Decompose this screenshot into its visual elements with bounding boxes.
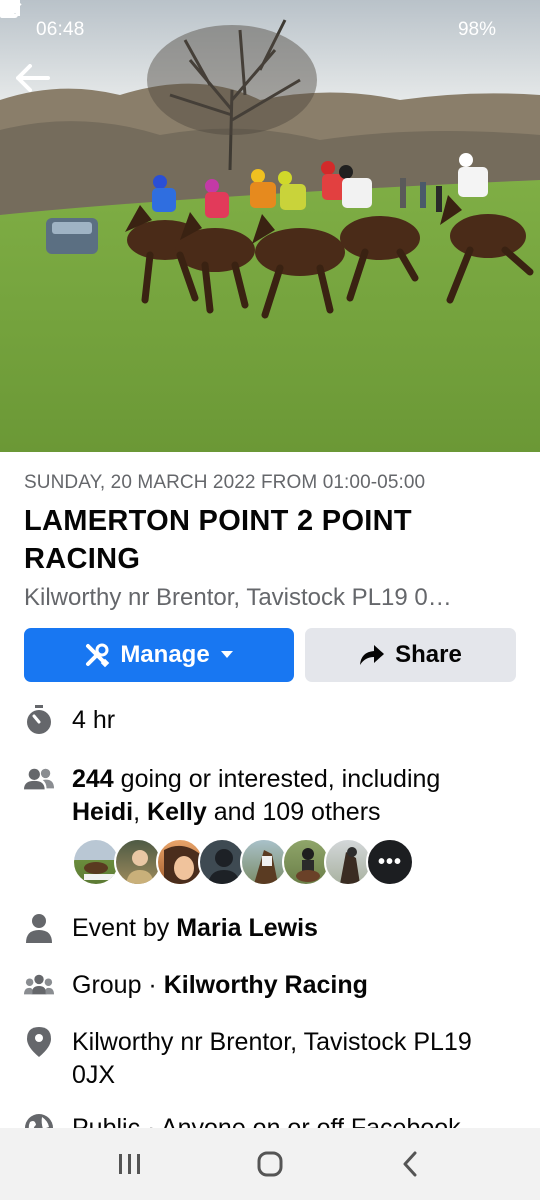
avatar[interactable]	[240, 838, 288, 886]
event-title: LAMERTON POINT 2 POINT RACING	[24, 505, 412, 575]
duration-row: 4 hr	[24, 704, 524, 737]
attendance-label: going or interested, including	[113, 765, 441, 793]
event-cover-photo[interactable]: 06:48 98%	[0, 0, 540, 452]
tools-icon	[86, 643, 110, 668]
status-bar: 06:48 98%	[0, 0, 540, 60]
attendance-others[interactable]: and 109 others	[207, 798, 381, 826]
share-arrow-icon	[360, 645, 385, 665]
group-prefix: Group ·	[72, 971, 164, 999]
group-name[interactable]: Kilworthy Racing	[164, 971, 368, 999]
back-button[interactable]	[16, 64, 56, 104]
avatar[interactable]	[114, 838, 162, 886]
duration-text: 4 hr	[72, 706, 116, 734]
attendance-row[interactable]: 244 going or interested, including Heidi…	[24, 763, 524, 829]
stopwatch-icon	[24, 705, 54, 735]
host-row: Event by Maria Lewis	[24, 912, 524, 945]
attendee-name-1[interactable]: Heidi	[72, 798, 133, 826]
address-row[interactable]: Kilworthy nr Brentor, Tavistock PL19 0JX	[24, 1026, 524, 1092]
avatar[interactable]	[72, 838, 120, 886]
recent-apps-icon	[119, 1154, 140, 1174]
share-button[interactable]: Share	[305, 628, 516, 682]
more-attendees-button[interactable]: •••	[366, 838, 414, 886]
avatar[interactable]	[324, 838, 372, 886]
group-icon	[24, 970, 54, 1000]
more-dots: •••	[377, 850, 402, 873]
event-date: SUNDAY, 20 MARCH 2022 FROM 01:00-05:00	[24, 472, 426, 493]
caret-down-icon	[220, 651, 233, 658]
attendee-separator: ,	[133, 798, 148, 826]
share-label: Share	[395, 641, 462, 668]
host-prefix: Event by	[72, 914, 177, 942]
attendance-count: 244	[72, 765, 114, 793]
attendee-name-2[interactable]: Kelly	[147, 798, 207, 826]
horse-racing-photo	[0, 0, 540, 452]
avatar[interactable]	[156, 838, 204, 886]
attendee-avatars[interactable]: •••	[72, 838, 414, 888]
manage-label: Manage	[120, 641, 210, 668]
home-icon	[257, 1151, 283, 1177]
address-text: Kilworthy nr Brentor, Tavistock PL19 0JX	[72, 1028, 472, 1089]
system-back-button[interactable]	[380, 1134, 440, 1194]
home-button[interactable]	[240, 1134, 300, 1194]
manage-button[interactable]: Manage	[24, 628, 294, 682]
avatar[interactable]	[282, 838, 330, 886]
battery-percent: 98%	[457, 19, 496, 40]
attendance-text: 244 going or interested, including Heidi…	[72, 763, 512, 829]
host-name[interactable]: Maria Lewis	[176, 914, 318, 942]
status-time: 06:48	[36, 19, 85, 40]
system-nav-bar	[0, 1128, 540, 1200]
back-arrow-icon	[16, 64, 50, 92]
recent-apps-button[interactable]	[100, 1134, 160, 1194]
group-row: Group · Kilworthy Racing	[24, 969, 524, 1002]
people-icon	[24, 764, 54, 794]
chevron-left-icon	[403, 1151, 417, 1177]
avatar[interactable]	[198, 838, 246, 886]
person-icon	[24, 913, 54, 943]
event-location[interactable]: Kilworthy nr Brentor, Tavistock PL19 0…	[24, 584, 516, 612]
location-pin-icon	[24, 1027, 54, 1057]
